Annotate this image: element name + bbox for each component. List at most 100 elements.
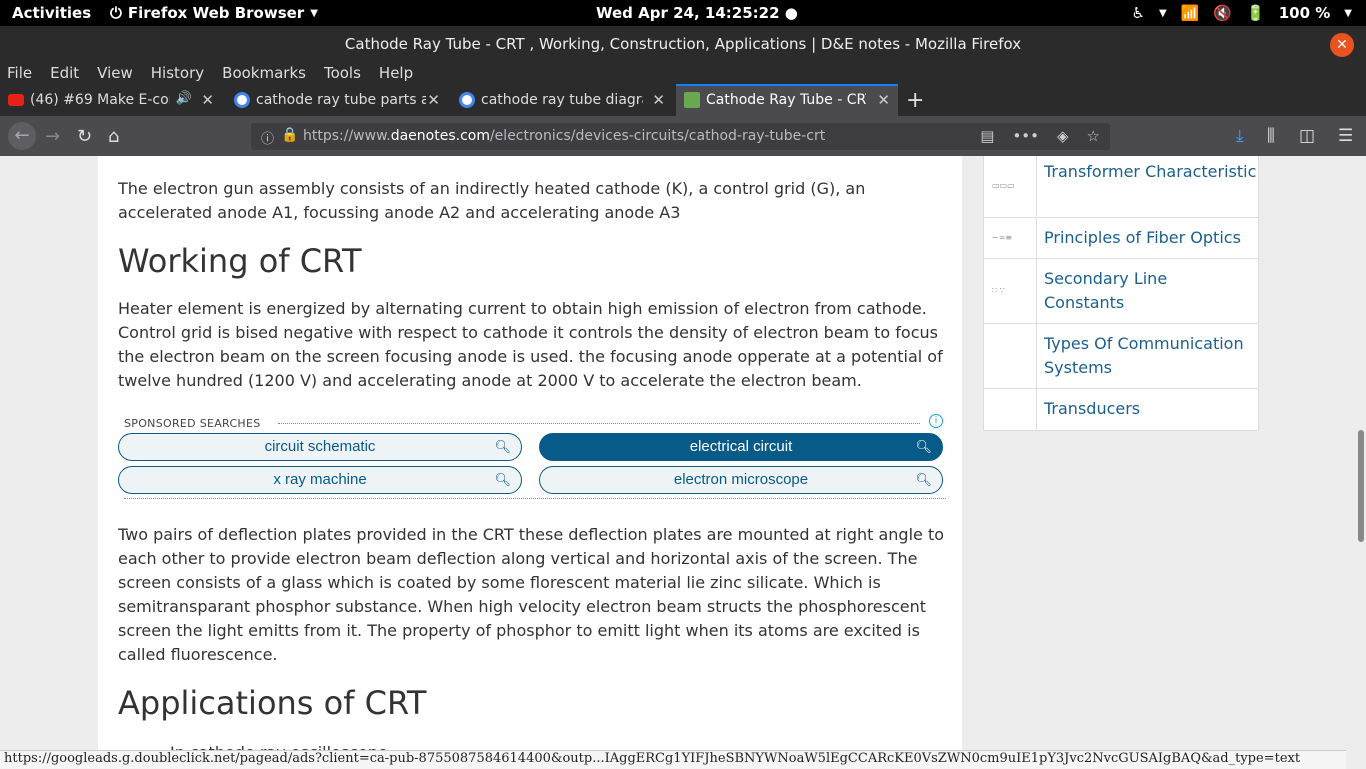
tab-google-diagram[interactable]: cathode ray tube diagra ✕ [451, 84, 673, 116]
close-tab-icon[interactable]: ✕ [652, 91, 665, 109]
sponsored-search-electron-microscope[interactable]: electron microscope 🔍︎ [539, 466, 943, 494]
tab-daenotes-active[interactable]: Cathode Ray Tube - CRT ✕ [676, 84, 898, 116]
menu-bar: File Edit View History Bookmarks Tools H… [0, 62, 1366, 84]
list-item: In cathode ray oscilloscope [170, 741, 1000, 750]
home-button[interactable]: ⌂ [108, 126, 119, 147]
app-menu[interactable]: ⏻ Firefox Web Browser ▼ [110, 4, 318, 22]
tab-label: Cathode Ray Tube - CRT [706, 92, 866, 108]
system-top-bar: Activities ⏻ Firefox Web Browser ▼ Wed A… [0, 0, 1366, 26]
menu-edit[interactable]: Edit [50, 62, 79, 84]
tab-label: cathode ray tube parts a [256, 92, 426, 108]
related-post-row[interactable]: Types Of Communication Systems [984, 323, 1258, 388]
page-viewport[interactable]: The electron gun assembly consists of an… [0, 156, 1366, 750]
tab-google-parts[interactable]: cathode ray tube parts a ✕ [226, 84, 448, 116]
battery-icon: 🔋 [1246, 4, 1265, 22]
related-posts-sidebar: ▭▭▭ Transformer Characteristic ~=≡ Princ… [983, 156, 1259, 431]
accessibility-icon[interactable]: ♿ [1132, 4, 1145, 22]
post-thumbnail[interactable]: ~=≡ [984, 218, 1037, 258]
sponsored-search-x-ray-machine[interactable]: x ray machine 🔍︎ [118, 466, 522, 494]
daenotes-icon [684, 92, 700, 108]
menu-bookmarks[interactable]: Bookmarks [222, 62, 306, 84]
fiber-thumbnail-icon: ~=≡ [992, 233, 1013, 242]
search-icon: 🔍︎ [494, 472, 511, 487]
back-button[interactable]: ← [8, 122, 36, 150]
paragraph-deflection: Two pairs of deflection plates provided … [118, 525, 945, 664]
post-thumbnail[interactable]: ▭▭▭ [984, 156, 1037, 216]
clock[interactable]: Wed Apr 24, 14:25:22 ● [596, 4, 798, 22]
heading-working: Working of CRT [118, 242, 362, 280]
status-bar-link-preview: https://googleads.g.doubleclick.net/page… [0, 750, 1346, 769]
downloads-icon[interactable]: ⤓ [1236, 126, 1244, 146]
window-titlebar: Cathode Ray Tube - CRT , Working, Constr… [0, 26, 1366, 62]
more-actions-icon[interactable]: ••• [1012, 127, 1039, 145]
reload-button[interactable]: ↻ [77, 126, 92, 147]
divider [278, 423, 920, 424]
related-post-row[interactable]: ∷ ∵ Secondary Line Constants [984, 258, 1258, 323]
forward-button[interactable]: → [45, 126, 60, 147]
related-post-link[interactable]: Transducers [1044, 397, 1140, 421]
info-icon[interactable]: ⓘ [261, 128, 274, 147]
clock-label: Wed Apr 24, 14:25:22 [596, 4, 780, 22]
related-post-link[interactable]: Secondary Line Constants [1044, 267, 1244, 315]
hamburger-menu-icon[interactable]: ☰ [1338, 126, 1353, 146]
paragraph-working: Heater element is energized by alternati… [118, 299, 943, 390]
system-tray[interactable]: ♿ ▼ 📶 🔇 🔋 100 % ▼ [1132, 4, 1352, 22]
related-post-row[interactable]: ▭▭▭ Transformer Characteristic [984, 156, 1258, 216]
plus-icon: + [906, 88, 925, 113]
speaker-icon[interactable]: 🔊 [176, 91, 192, 106]
tab-strip: (46) #69 Make E-com 🔊 ✕ cathode ray tube… [0, 84, 1366, 116]
close-tab-icon[interactable]: ✕ [877, 91, 890, 109]
pocket-icon[interactable]: ◈ [1057, 127, 1069, 145]
ad-info-icon[interactable]: i [929, 414, 943, 428]
related-post-row[interactable]: Transducers [984, 388, 1258, 430]
new-tab-button[interactable]: + [906, 88, 924, 113]
menu-history[interactable]: History [151, 62, 204, 84]
close-tab-icon[interactable]: ✕ [201, 91, 214, 109]
address-bar[interactable]: ⓘ 🔒 https://www.daenotes.com/electronics… [251, 123, 1110, 150]
sponsored-search-label: electrical circuit [689, 438, 793, 455]
chevron-down-icon: ▼ [1158, 7, 1167, 19]
sidebar-toggle-icon[interactable]: ◫ [1299, 126, 1315, 146]
youtube-icon [8, 94, 24, 106]
related-post-link[interactable]: Principles of Fiber Optics [1044, 226, 1241, 250]
reader-view-icon[interactable]: ▤ [980, 127, 994, 145]
library-icon[interactable]: ⫼ [1267, 126, 1275, 146]
firefox-icon: ⏻ [110, 4, 122, 22]
reload-icon: ↻ [77, 126, 93, 147]
close-window-button[interactable]: ✕ [1330, 33, 1354, 57]
menu-file[interactable]: File [7, 62, 32, 84]
scrollbar-thumb[interactable] [1358, 430, 1364, 542]
related-post-link[interactable]: Types Of Communication Systems [1044, 332, 1254, 380]
tab-label: cathode ray tube diagra [481, 92, 643, 108]
post-thumbnail[interactable] [984, 324, 1037, 388]
post-thumbnail[interactable] [984, 389, 1037, 430]
post-thumbnail[interactable]: ∷ ∵ [984, 259, 1037, 323]
arrow-left-icon: ← [14, 125, 30, 146]
url-text[interactable]: https://www.daenotes.com/electronics/dev… [303, 128, 825, 144]
search-icon: 🔍︎ [915, 439, 932, 454]
sponsored-search-electrical-circuit[interactable]: electrical circuit 🔍︎ [539, 433, 943, 461]
divider [124, 498, 946, 499]
google-icon [234, 92, 250, 108]
heading-applications: Applications of CRT [118, 684, 427, 722]
menu-view[interactable]: View [97, 62, 133, 84]
window-title: Cathode Ray Tube - CRT , Working, Constr… [344, 35, 1022, 53]
close-tab-icon[interactable]: ✕ [427, 91, 440, 109]
related-post-link[interactable]: Transformer Characteristic [1044, 160, 1256, 184]
sponsored-search-circuit-schematic[interactable]: circuit schematic 🔍︎ [118, 433, 522, 461]
activities-button[interactable]: Activities [12, 4, 91, 22]
network-icon: 📶 [1180, 4, 1200, 22]
close-icon: ✕ [1336, 37, 1348, 53]
bookmark-star-icon[interactable]: ☆ [1087, 127, 1100, 145]
tab-youtube[interactable]: (46) #69 Make E-com 🔊 ✕ [0, 84, 222, 116]
home-icon: ⌂ [108, 126, 120, 147]
related-post-row[interactable]: ~=≡ Principles of Fiber Optics [984, 217, 1258, 258]
menu-help[interactable]: Help [379, 62, 413, 84]
chevron-down-icon: ▼ [310, 7, 318, 19]
lock-icon[interactable]: 🔒 [281, 127, 298, 143]
article-body: The electron gun assembly consists of an… [98, 156, 962, 750]
menu-tools[interactable]: Tools [324, 62, 361, 84]
url-path: /electronics/devices-circuits/cathod-ray… [489, 128, 826, 144]
sponsored-searches-label: SPONSORED SEARCHES [124, 417, 261, 430]
sponsored-search-label: electron microscope [673, 471, 809, 488]
